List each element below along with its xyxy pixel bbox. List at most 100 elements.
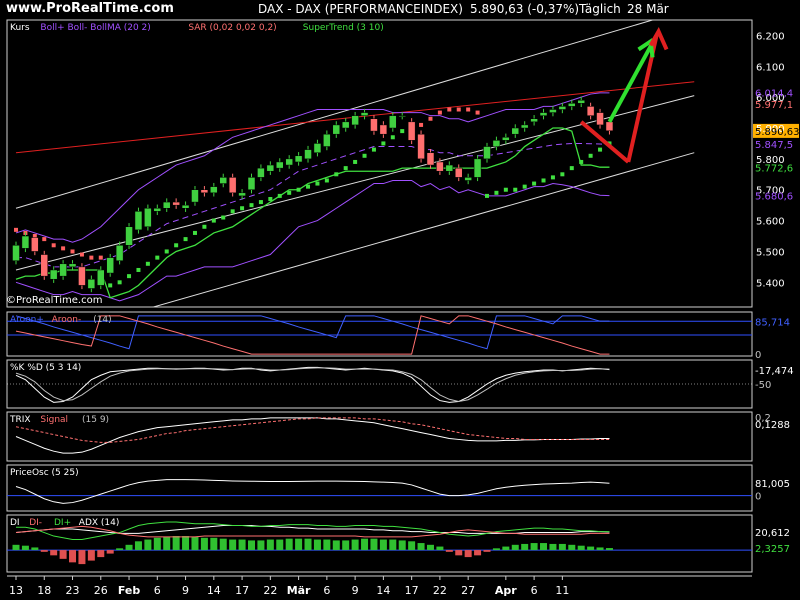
di-bar (596, 547, 604, 551)
candle (125, 226, 133, 246)
di-bar (238, 539, 246, 551)
legend-entry: DI+ (54, 518, 71, 528)
x-tick-label: 11 (555, 584, 569, 597)
sar-dot (579, 159, 584, 164)
candle (407, 121, 416, 141)
sar-dot (117, 280, 122, 285)
legend-entry: Aroon- (52, 315, 82, 325)
sar-dot (428, 116, 433, 121)
sar-dot (51, 243, 56, 248)
x-tick-label: Mär (287, 584, 311, 597)
sar-dot (155, 255, 160, 260)
candle (200, 189, 209, 194)
candle (351, 115, 359, 126)
di-bar (248, 540, 255, 551)
di-bar (492, 548, 500, 551)
candle (97, 269, 105, 286)
candle (257, 167, 265, 178)
sar-dot (541, 178, 546, 183)
candle (511, 127, 520, 135)
candle (181, 204, 190, 209)
legend-entry: TRIX (9, 415, 31, 425)
sar-dot (466, 107, 471, 112)
sar-dot (192, 230, 197, 235)
x-tick-label: 13 (9, 584, 23, 597)
chart-window: www.ProRealTime.com DAX - DAX (PERFORMAN… (0, 0, 800, 600)
di-bar (605, 548, 613, 551)
sar-dot (560, 172, 565, 177)
x-tick-label: 27 (461, 584, 475, 597)
di-bar (134, 541, 142, 551)
legend-entry: (14) (93, 315, 111, 325)
candle (294, 155, 303, 163)
candle (276, 161, 284, 169)
candle (87, 278, 96, 289)
candle (341, 121, 350, 129)
value-label: 20,612 (755, 528, 790, 539)
di-bar (69, 550, 77, 563)
di-bar (219, 538, 227, 551)
candle (483, 146, 491, 160)
di-bar (361, 538, 369, 551)
candle (153, 207, 162, 212)
candle (247, 177, 256, 190)
di-bar (31, 547, 39, 551)
di-bar (21, 545, 29, 551)
sar-dot (287, 190, 292, 195)
di-bar (257, 540, 265, 551)
panel-priceosc (6, 464, 753, 512)
sar-dot (277, 193, 282, 198)
candle (49, 269, 58, 280)
legend-entry: Kurs (10, 23, 30, 33)
legend-entry: PriceOsc (5 25) (10, 468, 79, 478)
x-tick-label: Apr (495, 584, 517, 597)
x-tick-label: 6 (323, 584, 330, 597)
series-line (15, 479, 610, 504)
sar-dot (164, 249, 169, 254)
candle (492, 140, 501, 147)
di-bar (587, 546, 595, 551)
panel-trix (6, 411, 753, 462)
candle (445, 164, 454, 172)
sar-dot (513, 187, 518, 192)
sar-dot (437, 110, 442, 115)
di-bar (351, 539, 359, 551)
x-tick-label: 17 (235, 584, 249, 597)
di-bar (332, 540, 340, 551)
di-bar (568, 544, 576, 551)
di-bar (182, 536, 190, 551)
candle (106, 257, 114, 274)
value-label: 0,1288 (755, 420, 790, 431)
sar-dot (268, 196, 273, 201)
boll-ma-line (16, 142, 610, 268)
legend-entry: ADX (14) (79, 518, 120, 528)
candle (558, 106, 567, 110)
sar-dot (456, 107, 461, 112)
candle (210, 186, 218, 194)
sar-dot (136, 267, 141, 272)
candle (238, 192, 246, 197)
di-bar (313, 539, 321, 551)
di-bar (191, 536, 199, 551)
x-tick-label: 6 (531, 584, 538, 597)
sar-dot (79, 252, 84, 257)
candle (313, 143, 322, 153)
value-label: 0 (755, 350, 761, 361)
candle (539, 112, 548, 116)
di-bar (40, 550, 48, 552)
candle (502, 137, 510, 141)
panel-frame (6, 311, 753, 357)
sar-dot (532, 181, 537, 186)
di-bar (12, 544, 20, 551)
candle (304, 149, 312, 160)
di-bar (436, 546, 444, 551)
candle (360, 112, 369, 116)
sar-dot (202, 224, 207, 229)
candle (436, 161, 444, 172)
sar-dot (353, 159, 358, 164)
di-bar (144, 539, 152, 551)
sar-dot (70, 249, 75, 254)
sar-dot (89, 255, 94, 260)
candle (144, 207, 152, 228)
panel-aroon (6, 311, 753, 357)
